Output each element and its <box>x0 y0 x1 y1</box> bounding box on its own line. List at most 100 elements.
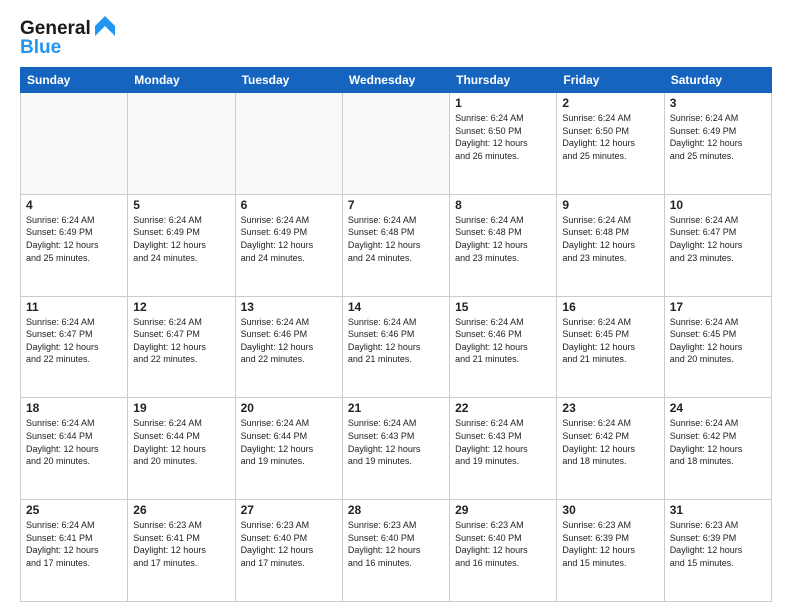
calendar-header-tuesday: Tuesday <box>235 68 342 93</box>
calendar-header-row: SundayMondayTuesdayWednesdayThursdayFrid… <box>21 68 772 93</box>
day-number: 6 <box>241 198 337 212</box>
calendar-cell: 25 Sunrise: 6:24 AM Sunset: 6:41 PM Dayli… <box>21 500 128 602</box>
calendar-header-sunday: Sunday <box>21 68 128 93</box>
header: General Blue <box>20 16 772 59</box>
day-info: Sunrise: 6:24 AM Sunset: 6:43 PM Dayligh… <box>348 417 444 467</box>
day-number: 4 <box>26 198 122 212</box>
day-info: Sunrise: 6:23 AM Sunset: 6:40 PM Dayligh… <box>348 519 444 569</box>
day-info: Sunrise: 6:24 AM Sunset: 6:49 PM Dayligh… <box>133 214 229 264</box>
calendar-cell: 2 Sunrise: 6:24 AM Sunset: 6:50 PM Daylig… <box>557 93 664 195</box>
calendar-week-0: 1 Sunrise: 6:24 AM Sunset: 6:50 PM Daylig… <box>21 93 772 195</box>
day-number: 23 <box>562 401 658 415</box>
day-number: 3 <box>670 96 766 110</box>
calendar-cell: 26Sunrise: 6:23 AM Sunset: 6:41 PM Dayli… <box>128 500 235 602</box>
calendar-cell: 3 Sunrise: 6:24 AM Sunset: 6:49 PM Daylig… <box>664 93 771 195</box>
calendar-cell: 24Sunrise: 6:24 AM Sunset: 6:42 PM Dayli… <box>664 398 771 500</box>
day-info: Sunrise: 6:24 AM Sunset: 6:47 PM Dayligh… <box>26 316 122 366</box>
day-info: Sunrise: 6:24 AM Sunset: 6:50 PM Dayligh… <box>455 112 551 162</box>
day-number: 24 <box>670 401 766 415</box>
day-number: 18 <box>26 401 122 415</box>
calendar-cell: 29Sunrise: 6:23 AM Sunset: 6:40 PM Dayli… <box>450 500 557 602</box>
calendar-cell: 20Sunrise: 6:24 AM Sunset: 6:44 PM Dayli… <box>235 398 342 500</box>
day-info: Sunrise: 6:23 AM Sunset: 6:39 PM Dayligh… <box>670 519 766 569</box>
day-number: 31 <box>670 503 766 517</box>
calendar-cell: 10 Sunrise: 6:24 AM Sunset: 6:47 PM Dayli… <box>664 194 771 296</box>
day-number: 21 <box>348 401 444 415</box>
calendar-cell: 5Sunrise: 6:24 AM Sunset: 6:49 PM Daylig… <box>128 194 235 296</box>
calendar-cell: 11 Sunrise: 6:24 AM Sunset: 6:47 PM Dayli… <box>21 296 128 398</box>
calendar-cell: 30 Sunrise: 6:23 AM Sunset: 6:39 PM Dayli… <box>557 500 664 602</box>
day-info: Sunrise: 6:24 AM Sunset: 6:47 PM Dayligh… <box>133 316 229 366</box>
calendar-cell: 6 Sunrise: 6:24 AM Sunset: 6:49 PM Daylig… <box>235 194 342 296</box>
day-number: 30 <box>562 503 658 517</box>
day-info: Sunrise: 6:24 AM Sunset: 6:48 PM Dayligh… <box>455 214 551 264</box>
calendar-table: SundayMondayTuesdayWednesdayThursdayFrid… <box>20 67 772 602</box>
calendar-cell: 17 Sunrise: 6:24 AM Sunset: 6:45 PM Dayli… <box>664 296 771 398</box>
day-info: Sunrise: 6:24 AM Sunset: 6:46 PM Dayligh… <box>241 316 337 366</box>
calendar-cell <box>342 93 449 195</box>
calendar-cell: 12 Sunrise: 6:24 AM Sunset: 6:47 PM Dayli… <box>128 296 235 398</box>
day-number: 28 <box>348 503 444 517</box>
calendar-header-friday: Friday <box>557 68 664 93</box>
day-number: 27 <box>241 503 337 517</box>
day-number: 26 <box>133 503 229 517</box>
day-info: Sunrise: 6:24 AM Sunset: 6:45 PM Dayligh… <box>562 316 658 366</box>
day-number: 14 <box>348 300 444 314</box>
calendar-header-saturday: Saturday <box>664 68 771 93</box>
calendar-cell: 9 Sunrise: 6:24 AM Sunset: 6:48 PM Daylig… <box>557 194 664 296</box>
day-info: Sunrise: 6:24 AM Sunset: 6:48 PM Dayligh… <box>562 214 658 264</box>
logo-triangle-icon <box>95 16 115 41</box>
calendar-cell: 19 Sunrise: 6:24 AM Sunset: 6:44 PM Dayli… <box>128 398 235 500</box>
calendar-week-3: 18 Sunrise: 6:24 AM Sunset: 6:44 PM Dayli… <box>21 398 772 500</box>
day-number: 9 <box>562 198 658 212</box>
calendar-cell: 23 Sunrise: 6:24 AM Sunset: 6:42 PM Dayli… <box>557 398 664 500</box>
calendar-cell: 31 Sunrise: 6:23 AM Sunset: 6:39 PM Dayli… <box>664 500 771 602</box>
calendar-cell: 22 Sunrise: 6:24 AM Sunset: 6:43 PM Dayli… <box>450 398 557 500</box>
day-info: Sunrise: 6:23 AM Sunset: 6:40 PM Dayligh… <box>455 519 551 569</box>
calendar-cell: 1 Sunrise: 6:24 AM Sunset: 6:50 PM Daylig… <box>450 93 557 195</box>
day-info: Sunrise: 6:24 AM Sunset: 6:42 PM Dayligh… <box>562 417 658 467</box>
calendar-cell: 7 Sunrise: 6:24 AM Sunset: 6:48 PM Daylig… <box>342 194 449 296</box>
day-info: Sunrise: 6:24 AM Sunset: 6:44 PM Dayligh… <box>133 417 229 467</box>
day-info: Sunrise: 6:24 AM Sunset: 6:50 PM Dayligh… <box>562 112 658 162</box>
calendar-week-1: 4 Sunrise: 6:24 AM Sunset: 6:49 PM Daylig… <box>21 194 772 296</box>
day-number: 19 <box>133 401 229 415</box>
day-number: 7 <box>348 198 444 212</box>
day-number: 1 <box>455 96 551 110</box>
day-info: Sunrise: 6:24 AM Sunset: 6:46 PM Dayligh… <box>455 316 551 366</box>
day-info: Sunrise: 6:24 AM Sunset: 6:41 PM Dayligh… <box>26 519 122 569</box>
calendar-header-monday: Monday <box>128 68 235 93</box>
calendar-cell: 18Sunrise: 6:24 AM Sunset: 6:44 PM Dayli… <box>21 398 128 500</box>
calendar-cell: 14Sunrise: 6:24 AM Sunset: 6:46 PM Dayli… <box>342 296 449 398</box>
calendar-cell: 28 Sunrise: 6:23 AM Sunset: 6:40 PM Dayli… <box>342 500 449 602</box>
calendar-cell: 4 Sunrise: 6:24 AM Sunset: 6:49 PM Daylig… <box>21 194 128 296</box>
day-number: 11 <box>26 300 122 314</box>
day-number: 10 <box>670 198 766 212</box>
calendar-header-wednesday: Wednesday <box>342 68 449 93</box>
calendar-cell <box>21 93 128 195</box>
calendar-cell: 8Sunrise: 6:24 AM Sunset: 6:48 PM Daylig… <box>450 194 557 296</box>
day-number: 17 <box>670 300 766 314</box>
page: General Blue SundayMondayTuesdayWednesda… <box>0 0 792 612</box>
calendar-week-4: 25 Sunrise: 6:24 AM Sunset: 6:41 PM Dayli… <box>21 500 772 602</box>
day-info: Sunrise: 6:24 AM Sunset: 6:49 PM Dayligh… <box>26 214 122 264</box>
calendar-header-thursday: Thursday <box>450 68 557 93</box>
day-info: Sunrise: 6:23 AM Sunset: 6:40 PM Dayligh… <box>241 519 337 569</box>
day-info: Sunrise: 6:24 AM Sunset: 6:45 PM Dayligh… <box>670 316 766 366</box>
day-number: 22 <box>455 401 551 415</box>
calendar-cell: 27 Sunrise: 6:23 AM Sunset: 6:40 PM Dayli… <box>235 500 342 602</box>
calendar-cell: 16Sunrise: 6:24 AM Sunset: 6:45 PM Dayli… <box>557 296 664 398</box>
calendar-week-2: 11 Sunrise: 6:24 AM Sunset: 6:47 PM Dayli… <box>21 296 772 398</box>
day-info: Sunrise: 6:23 AM Sunset: 6:39 PM Dayligh… <box>562 519 658 569</box>
day-number: 12 <box>133 300 229 314</box>
day-number: 2 <box>562 96 658 110</box>
calendar-cell: 15Sunrise: 6:24 AM Sunset: 6:46 PM Dayli… <box>450 296 557 398</box>
day-info: Sunrise: 6:24 AM Sunset: 6:47 PM Dayligh… <box>670 214 766 264</box>
logo-blue-text: Blue <box>20 37 61 59</box>
day-info: Sunrise: 6:24 AM Sunset: 6:48 PM Dayligh… <box>348 214 444 264</box>
logo-text: General <box>20 19 91 38</box>
day-info: Sunrise: 6:24 AM Sunset: 6:49 PM Dayligh… <box>241 214 337 264</box>
day-number: 25 <box>26 503 122 517</box>
day-info: Sunrise: 6:24 AM Sunset: 6:43 PM Dayligh… <box>455 417 551 467</box>
day-info: Sunrise: 6:24 AM Sunset: 6:49 PM Dayligh… <box>670 112 766 162</box>
